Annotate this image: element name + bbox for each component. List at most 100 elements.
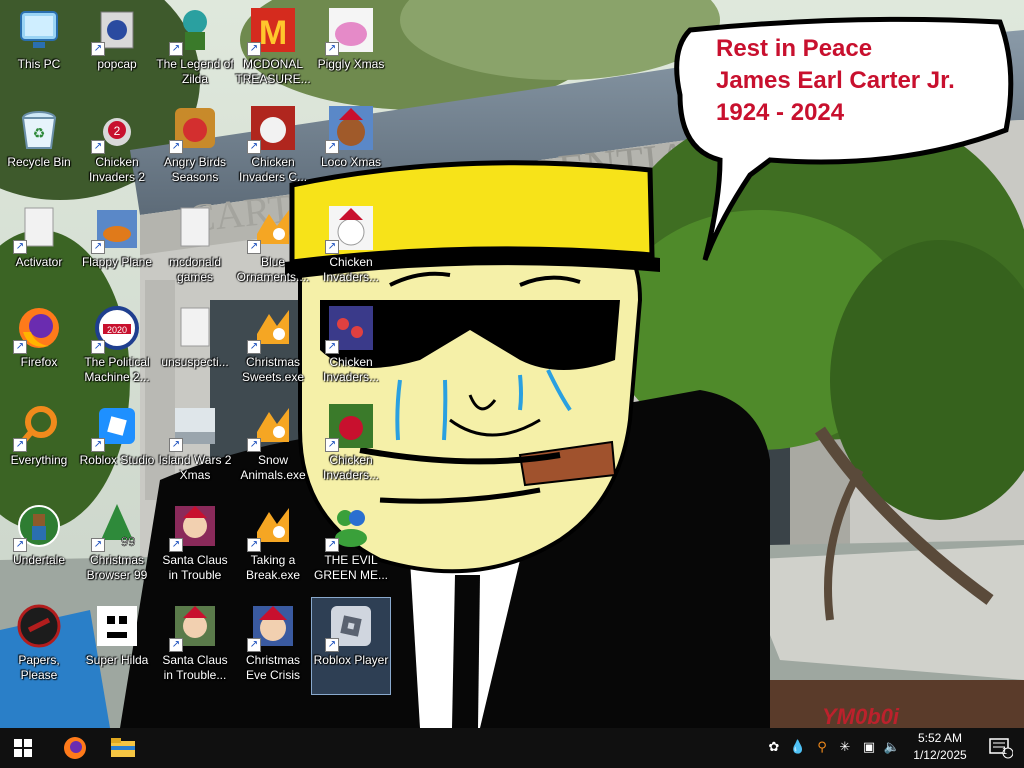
chicken-icon: ↗ <box>325 204 375 254</box>
island-wars-icon: ↗ <box>169 402 219 452</box>
action-center-button[interactable]: 1 <box>978 728 1024 768</box>
icon-label: Roblox Player <box>313 653 389 667</box>
desktop-icon-chicken-invaders-a[interactable]: ↗ Chicken Invaders... <box>312 200 390 296</box>
icon-label: Chicken Invaders... <box>322 255 380 284</box>
desktop-icon-snow-animals[interactable]: ↗ Snow Animals.exe <box>234 398 312 494</box>
desktop-icon-mcdonald-games[interactable]: mcdonald games <box>156 200 234 296</box>
desktop-icon-loco-xmas[interactable]: ↗ Loco Xmas <box>312 100 390 196</box>
desktop-icon-popcap[interactable]: ↗ popcap <box>78 2 156 98</box>
desktop-icon-chicken-invaders-2[interactable]: 2 ↗ Chicken Invaders 2 <box>78 100 156 196</box>
bubble-line-2: James Earl Carter Jr. <box>716 67 955 94</box>
clock[interactable]: 5:52 AM 1/12/2025 <box>900 730 980 764</box>
desktop-icon-chicken-invaders-c[interactable]: ↗ Chicken Invaders C... <box>234 100 312 196</box>
icon-label: popcap <box>97 57 137 71</box>
desktop-icon-santa-claus-trouble[interactable]: ↗ Santa Claus in Trouble <box>156 498 234 594</box>
taskbar-firefox[interactable] <box>52 728 98 768</box>
tray-colorful-app-icon[interactable]: ✿ <box>765 738 783 758</box>
icon-label: Christmas Sweets.exe <box>241 355 305 384</box>
popcap-icon: ↗ <box>91 6 141 56</box>
desktop-icon-santa-claus-trouble-again[interactable]: ↗ Santa Claus in Trouble... A... <box>156 598 234 694</box>
desktop-icon-papers-please[interactable]: Papers, Please <box>0 598 78 694</box>
desktop-icon-activator[interactable]: ↗ Activator <box>0 200 78 296</box>
recycle-bin-icon: ♻ <box>15 104 63 152</box>
icon-label: This PC <box>17 57 61 71</box>
start-button[interactable] <box>0 728 46 768</box>
desktop-icon-chicken-invaders-b[interactable]: ↗ Chicken Invaders... <box>312 300 390 396</box>
icon-label: Chicken Invaders... <box>322 453 380 482</box>
desktop-icon-everything[interactable]: ↗ Everything <box>0 398 78 494</box>
desktop-icon-political-machine[interactable]: 2020 ↗ The Political Machine 2... <box>78 300 156 396</box>
folder-file-icon <box>171 204 219 252</box>
desktop-icon-unsuspecting[interactable]: unsuspecti... <box>156 300 234 396</box>
desktop-icon-flappy-plane[interactable]: ↗ Flappy Plane <box>78 200 156 296</box>
icon-label: Santa Claus in Trouble <box>162 553 228 582</box>
icon-label: Blue Ornaments.... <box>236 255 310 284</box>
tray-search-icon[interactable]: ⚲ <box>813 738 831 758</box>
desktop-icon-this-pc[interactable]: This PC <box>0 2 78 98</box>
flappy-plane-icon: ↗ <box>91 204 141 254</box>
bubble-line-1: Rest in Peace <box>716 35 873 62</box>
firefox-icon <box>64 737 86 759</box>
desktop-icon-angry-birds-seasons[interactable]: ↗ Angry Birds Seasons <box>156 100 234 196</box>
desktop-icon-roblox-studio[interactable]: ↗ Roblox Studio <box>78 398 156 494</box>
icon-label: Snow Animals.exe <box>240 453 306 482</box>
desktop-icon-firefox[interactable]: ↗ Firefox <box>0 300 78 396</box>
icon-label: Super Hilda <box>85 653 149 667</box>
volume-icon[interactable]: 🔈 <box>883 738 901 758</box>
svg-text:♻: ♻ <box>33 125 46 141</box>
undertale-icon: ↗ <box>13 502 63 552</box>
desktop-icon-blue-ornaments[interactable]: ↗ Blue Ornaments.... <box>234 200 312 296</box>
icon-label: Undertale <box>12 553 66 567</box>
icon-label: Angry Birds Seasons <box>163 155 227 184</box>
taskbar: ✿ 💧 ⚲ ✳ ▣ 🔈 5:52 AM 1/12/2025 1 <box>0 728 1024 768</box>
windows-icon <box>14 739 32 757</box>
santa-icon: ↗ <box>247 602 297 652</box>
computer-icon <box>15 6 63 54</box>
icon-label: Everything <box>10 453 68 467</box>
messenger-icon: ↗ <box>325 502 375 552</box>
desktop-icon-recycle-bin[interactable]: ♻ Recycle Bin <box>0 100 78 196</box>
chicken-icon: ↗ <box>325 304 375 354</box>
desktop-icon-piggly-xmas[interactable]: ↗ Piggly Xmas <box>312 2 390 98</box>
icon-label: Chicken Invaders... <box>322 355 380 384</box>
svg-text:M: M <box>259 14 287 52</box>
icon-label: Christmas Eve Crisis <box>245 653 300 682</box>
screensaver-icon: ↗ <box>247 304 297 354</box>
tray-snowflake-icon[interactable]: ✳ <box>836 738 854 758</box>
icon-label: The Legend of Zilda <box>156 57 234 86</box>
desktop-icon-christmas-sweets[interactable]: ↗ Christmas Sweets.exe <box>234 300 312 396</box>
icon-label: MCDONAL TREASURE... <box>235 57 311 86</box>
desktop-icon-evil-green-me[interactable]: ↗ THE EVIL GREEN ME... <box>312 498 390 594</box>
watermark: YM0b0i <box>822 704 900 728</box>
icon-label: Papers, Please <box>18 653 60 682</box>
icon-label: mcdonald games <box>168 255 222 284</box>
desktop-icon-mcdonal-treasure[interactable]: M ↗ MCDONAL TREASURE... <box>234 2 312 98</box>
roblox-studio-icon: ↗ <box>91 402 141 452</box>
clock-time: 5:52 AM <box>917 731 963 745</box>
icon-label: Activator <box>15 255 63 269</box>
desktop-icon-island-wars[interactable]: ↗ Island Wars 2 Xmas <box>156 398 234 494</box>
network-icon[interactable]: ▣ <box>860 738 878 758</box>
desktop-icon-roblox-player[interactable]: ↗ Roblox Player <box>311 597 391 695</box>
svg-text:2: 2 <box>114 124 121 138</box>
icon-label: Taking a Break.exe <box>245 553 301 582</box>
search-icon: ↗ <box>13 402 63 452</box>
icon-label: Chicken Invaders C... <box>238 155 308 184</box>
desktop-icon-christmas-eve-crisis[interactable]: ↗ Christmas Eve Crisis <box>234 598 312 694</box>
desktop-icon-super-hilda[interactable]: Super Hilda <box>78 598 156 694</box>
desktop-icon-undertale[interactable]: ↗ Undertale <box>0 498 78 594</box>
santa-icon: ↗ <box>169 602 219 652</box>
icon-label: unsuspecti... <box>161 355 229 369</box>
taskbar-file-explorer[interactable] <box>100 728 146 768</box>
tray-droplet-icon[interactable]: 💧 <box>789 738 807 758</box>
desktop-icon-chicken-invaders-c2[interactable]: ↗ Chicken Invaders... <box>312 398 390 494</box>
svg-text:99: 99 <box>121 534 135 549</box>
desktop-icon-taking-a-break[interactable]: ↗ Taking a Break.exe <box>234 498 312 594</box>
desktop-icon-legend-of-zilda[interactable]: ↗ The Legend of Zilda <box>156 2 234 98</box>
bubble-line-3: 1924 - 2024 <box>716 99 845 126</box>
folder-icon <box>111 738 135 757</box>
icon-label: The Political Machine 2... <box>84 355 150 384</box>
desktop-icon-christmas-browser[interactable]: 99 ↗ Christmas Browser 99 <box>78 498 156 594</box>
chicken-icon: ↗ <box>247 104 297 154</box>
speech-bubble-text: Rest in Peace James Earl Carter Jr. 1924… <box>716 33 955 129</box>
